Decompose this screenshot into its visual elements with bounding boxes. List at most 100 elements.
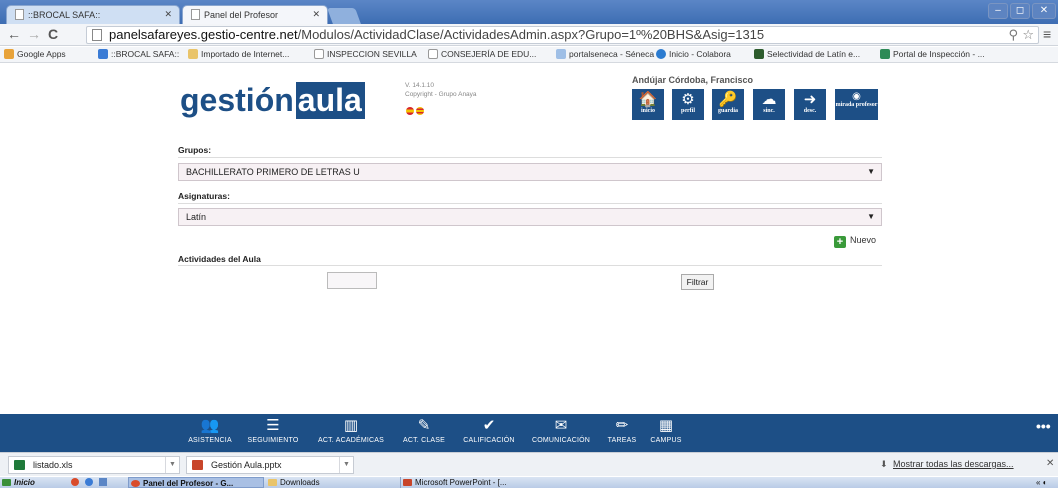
cloud-upload-icon: ☁ <box>761 91 777 108</box>
zoom-icon[interactable]: ⚲ <box>1008 27 1018 43</box>
page-icon <box>314 49 324 59</box>
asignaturas-select[interactable]: Latín ▼ <box>178 208 882 226</box>
edit-icon: ✎ <box>417 417 431 434</box>
address-bar-row: ← → C panelsafareyes.gestio-centre.net/M… <box>0 24 1058 46</box>
bookmark-portal-inspeccion[interactable]: Portal de Inspección - ... <box>880 49 985 59</box>
toolbar-mirada-profesor-button[interactable]: ◉ mirada profesor <box>835 89 878 120</box>
nav-comunicacion[interactable]: ✉ COMUNICACIÓN <box>526 414 596 445</box>
ie-icon[interactable] <box>85 478 93 486</box>
spanish-flag-icon[interactable] <box>406 107 414 115</box>
nav-seguimiento[interactable]: ☰ SEGUIMIENTO <box>245 414 301 445</box>
logout-icon: ➜ <box>803 91 817 108</box>
forward-arrow-icon[interactable]: → <box>27 26 41 42</box>
page-icon <box>428 49 438 59</box>
nuevo-button[interactable]: + Nuevo <box>834 235 876 248</box>
app-copyright: Copyright - Grupo Anaya <box>405 91 477 98</box>
building-icon: ▦ <box>658 417 674 434</box>
close-window-button[interactable]: ✕ <box>1032 3 1056 19</box>
divider <box>178 265 882 266</box>
excel-file-icon <box>14 460 25 470</box>
people-icon: 👥 <box>200 417 220 434</box>
nav-tareas[interactable]: ✏ TAREAS <box>602 414 642 445</box>
seneca-icon <box>556 49 566 59</box>
grupos-select[interactable]: BACHILLERATO PRIMERO DE LETRAS U ▼ <box>178 163 882 181</box>
nav-calificacion[interactable]: ✔ CALIFICACIÓN <box>458 414 520 445</box>
bookmark-icon <box>98 49 108 59</box>
toolbar-perfil-button[interactable]: ⚙ perfil <box>672 89 704 120</box>
powerpoint-file-icon <box>192 460 203 470</box>
show-all-downloads-link[interactable]: Mostrar todas las descargas... <box>893 459 1014 469</box>
taskbar-downloads[interactable]: Downloads <box>266 477 390 488</box>
tray-expand-icon[interactable]: « ◐ <box>1036 477 1048 488</box>
close-tab-icon[interactable]: ✕ <box>312 9 320 20</box>
mail-icon: ✉ <box>554 417 568 434</box>
url-input[interactable]: panelsafareyes.gestio-centre.net/Modulos… <box>86 26 1039 44</box>
bookmark-selectividad[interactable]: Selectividad de Latín e... <box>754 49 860 59</box>
list-icon: ☰ <box>266 417 280 434</box>
tab-panel-profesor[interactable]: Panel del Profesor ✕ <box>182 5 328 24</box>
tab-label: ::BROCAL SAFA:: <box>28 10 101 20</box>
page-icon <box>15 9 24 20</box>
date-filter-input[interactable] <box>327 272 377 289</box>
folder-icon <box>268 479 277 486</box>
bookmark-importado[interactable]: Importado de Internet... <box>188 49 289 59</box>
divider <box>178 157 882 158</box>
page-icon <box>92 29 102 41</box>
bookmark-colabora[interactable]: Inicio - Colabora <box>656 49 731 59</box>
bookmark-consejeria[interactable]: CONSEJERÍA DE EDU... <box>428 49 536 59</box>
bookmark-seneca[interactable]: portalseneca - Séneca <box>556 49 654 59</box>
reload-icon[interactable]: C <box>48 26 58 42</box>
eye-icon: ◉ <box>852 91 861 102</box>
url-host: panelsafareyes.gestio-centre.net <box>109 27 298 42</box>
home-icon: 🏠 <box>638 91 658 108</box>
toolbar-desc-button[interactable]: ➜ desc. <box>794 89 826 120</box>
chevron-down-icon[interactable]: ▼ <box>165 457 179 473</box>
close-tab-icon[interactable]: ✕ <box>164 9 172 20</box>
app-logo[interactable]: gestión aula <box>180 82 365 119</box>
desktop-icon[interactable] <box>99 478 107 486</box>
nav-campus[interactable]: ▦ CAMPUS <box>646 414 686 445</box>
bookmark-brocal-safa[interactable]: ::BROCAL SAFA:: <box>98 49 179 59</box>
toolbar-guardia-button[interactable]: 🔑 guardia <box>712 89 744 120</box>
catalan-flag-icon[interactable] <box>416 107 424 115</box>
grupos-label: Grupos: <box>178 145 212 155</box>
more-icon[interactable]: ••• <box>1036 418 1051 434</box>
download-item-listado[interactable]: listado.xls ▼ <box>8 456 180 474</box>
new-tab-button[interactable] <box>327 8 361 24</box>
bookmark-icon <box>880 49 890 59</box>
star-icon[interactable]: ☆ <box>1022 27 1034 43</box>
menu-icon[interactable]: ≡ <box>1043 26 1051 42</box>
nav-act-academicas[interactable]: ▥ ACT. ACADÉMICAS <box>313 414 389 445</box>
chevron-down-icon: ▼ <box>867 167 875 176</box>
bookmark-icon <box>754 49 764 59</box>
chrome-icon <box>131 480 140 487</box>
bookmark-inspeccion-sevilla[interactable]: INSPECCION SEVILLA <box>314 49 417 59</box>
minimize-button[interactable]: – <box>988 3 1008 19</box>
plus-icon: + <box>834 236 846 248</box>
back-arrow-icon[interactable]: ← <box>7 26 21 42</box>
quicklaunch <box>54 477 124 488</box>
check-circle-icon: ✔ <box>482 417 496 434</box>
user-name: Andújar Córdoba, Francisco <box>632 75 754 85</box>
toolbar-inicio-button[interactable]: 🏠 inicio <box>632 89 664 120</box>
chrome-icon[interactable] <box>71 478 79 486</box>
bookmark-google-apps[interactable]: Google Apps <box>4 49 66 59</box>
toolbar-sinc-button[interactable]: ☁ sinc. <box>753 89 785 120</box>
os-taskbar: Inicio Panel del Profesor - G... Downloa… <box>0 477 1058 488</box>
start-button[interactable]: Inicio <box>0 477 35 488</box>
download-item-gestion-aula[interactable]: Gestión Aula.pptx ▼ <box>186 456 354 474</box>
powerpoint-icon <box>403 479 412 486</box>
tab-label: Panel del Profesor <box>204 10 279 20</box>
chevron-down-icon[interactable]: ▼ <box>339 457 353 473</box>
tab-brocal-safa[interactable]: ::BROCAL SAFA:: ✕ <box>6 5 180 24</box>
pencil-icon: ✏ <box>615 417 629 434</box>
nav-asistencia[interactable]: 👥 ASISTENCIA <box>185 414 235 445</box>
app-version: V. 14.1.10 <box>405 82 435 89</box>
maximize-button[interactable]: ◻ <box>1010 3 1030 19</box>
taskbar-powerpoint[interactable]: Microsoft PowerPoint - [... <box>400 477 536 488</box>
taskbar-panel-profesor[interactable]: Panel del Profesor - G... <box>128 477 264 488</box>
close-icon[interactable]: ✕ <box>1046 458 1054 469</box>
globe-icon <box>656 49 666 59</box>
filtrar-button[interactable]: Filtrar <box>681 274 714 290</box>
nav-act-clase[interactable]: ✎ ACT. CLASE <box>397 414 451 445</box>
